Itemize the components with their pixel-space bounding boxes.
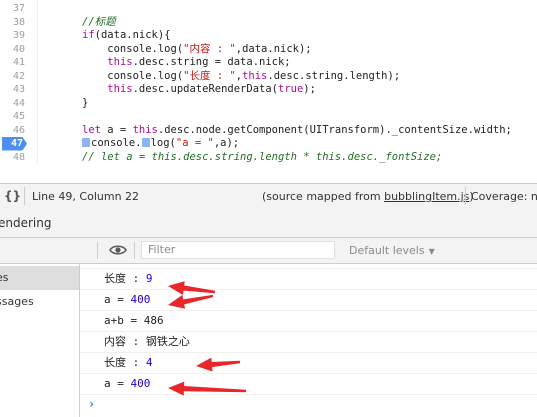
annotation-arrows (168, 281, 247, 396)
red-arrow (196, 357, 241, 372)
red-arrow (168, 381, 247, 396)
red-arrow (168, 281, 216, 295)
red-arrow (168, 294, 214, 309)
